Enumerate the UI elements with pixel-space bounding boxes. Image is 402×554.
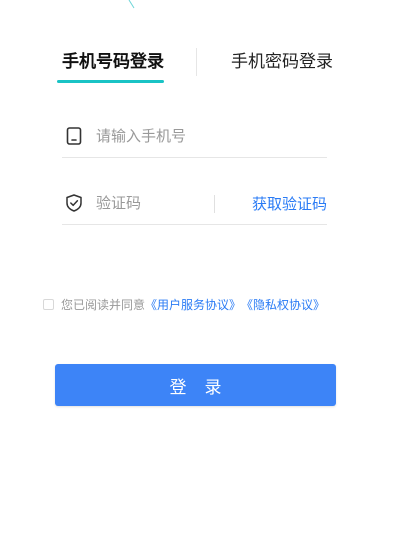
login-tabs: 手机号码登录 手机密码登录 <box>0 44 402 84</box>
phone-input[interactable] <box>96 124 316 148</box>
shield-check-icon <box>66 194 82 212</box>
agreement-text: 您已阅读并同意 <box>61 297 146 312</box>
phone-field <box>62 114 327 158</box>
tab-divider <box>196 48 197 76</box>
tab-password-login[interactable]: 手机密码登录 <box>231 50 333 74</box>
tab-phone-login[interactable]: 手机号码登录 <box>62 50 164 74</box>
login-button[interactable]: 登录 <box>55 364 336 406</box>
code-divider <box>214 195 215 213</box>
agreement-checkbox[interactable] <box>43 298 54 310</box>
phone-field-underline <box>62 157 327 158</box>
verification-code-field: 获取验证码 <box>62 181 327 225</box>
privacy-agreement-link[interactable]: 《隐私权协议》 <box>241 296 325 313</box>
verification-code-input[interactable] <box>96 191 206 215</box>
active-tab-indicator <box>57 80 164 83</box>
user-agreement-link[interactable]: 《用户服务协议》 <box>145 296 241 313</box>
agreement-row: 您已阅读并同意 《用户服务协议》 《隐私权协议》 <box>43 295 325 313</box>
code-field-underline <box>62 224 327 225</box>
get-code-button[interactable]: 获取验证码 <box>252 193 327 214</box>
decorative-accent-mark <box>128 0 135 9</box>
phone-icon <box>66 127 82 145</box>
